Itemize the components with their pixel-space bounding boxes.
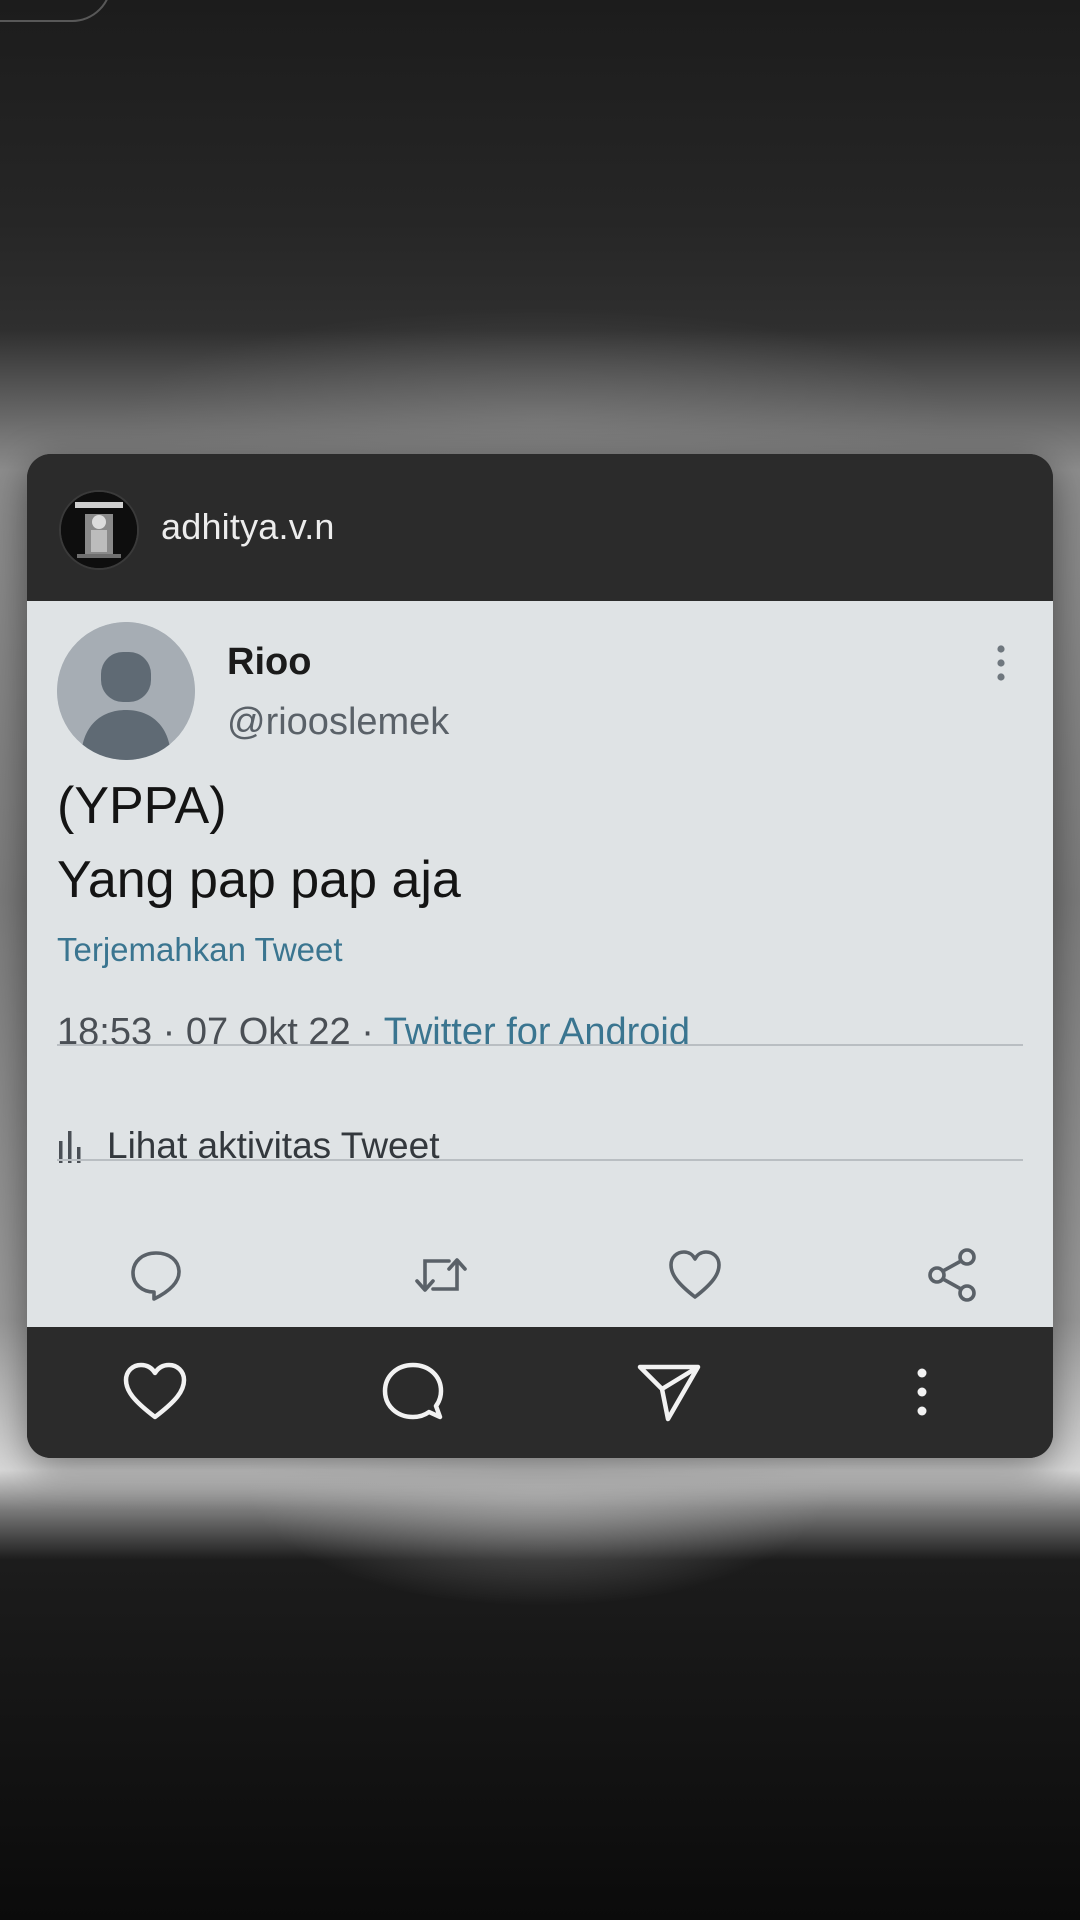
- tweet-meta: 18:53 · 07 Okt 22 · Twitter for Android: [57, 1011, 690, 1054]
- post-action-bar: [27, 1327, 1053, 1458]
- meta-separator: ·: [361, 1011, 374, 1053]
- share-icon[interactable]: [925, 1247, 981, 1303]
- translate-tweet-link[interactable]: Terjemahkan Tweet: [57, 931, 343, 969]
- divider: [57, 1159, 1023, 1161]
- tweet-source-link[interactable]: Twitter for Android: [384, 1011, 690, 1053]
- heart-icon[interactable]: [122, 1361, 188, 1423]
- send-icon[interactable]: [636, 1361, 702, 1423]
- comment-icon[interactable]: [380, 1361, 446, 1423]
- tweet-date: 07 Okt 22: [185, 1011, 351, 1053]
- default-avatar-icon[interactable]: [57, 622, 195, 760]
- tweet-display-name[interactable]: Rioo: [227, 641, 311, 684]
- post-username[interactable]: adhitya.v.n: [161, 506, 335, 548]
- tweet-activity-row[interactable]: Lihat aktivitas Tweet: [57, 1121, 440, 1171]
- tweet-text: (YPPA) Yang pap pap aja: [57, 777, 461, 909]
- tweet-screenshot: Rioo @riooslemek (YPPA) Yang pap pap aja…: [27, 601, 1053, 1327]
- more-icon[interactable]: [907, 1361, 937, 1423]
- divider: [57, 1044, 1023, 1046]
- more-options-icon[interactable]: [991, 643, 1011, 683]
- profile-logo-icon[interactable]: [59, 490, 139, 570]
- reply-icon[interactable]: [128, 1247, 184, 1303]
- tweet-action-bar: [27, 1247, 1053, 1307]
- meta-separator: ·: [162, 1011, 176, 1053]
- like-icon[interactable]: [667, 1247, 723, 1303]
- retweet-icon[interactable]: [411, 1247, 471, 1303]
- shared-post-card: adhitya.v.n Rioo @riooslemek (YPPA) Yang…: [27, 454, 1053, 1458]
- post-header: adhitya.v.n: [27, 454, 1053, 601]
- tweet-time: 18:53: [57, 1011, 153, 1053]
- tweet-handle[interactable]: @riooslemek: [227, 701, 449, 744]
